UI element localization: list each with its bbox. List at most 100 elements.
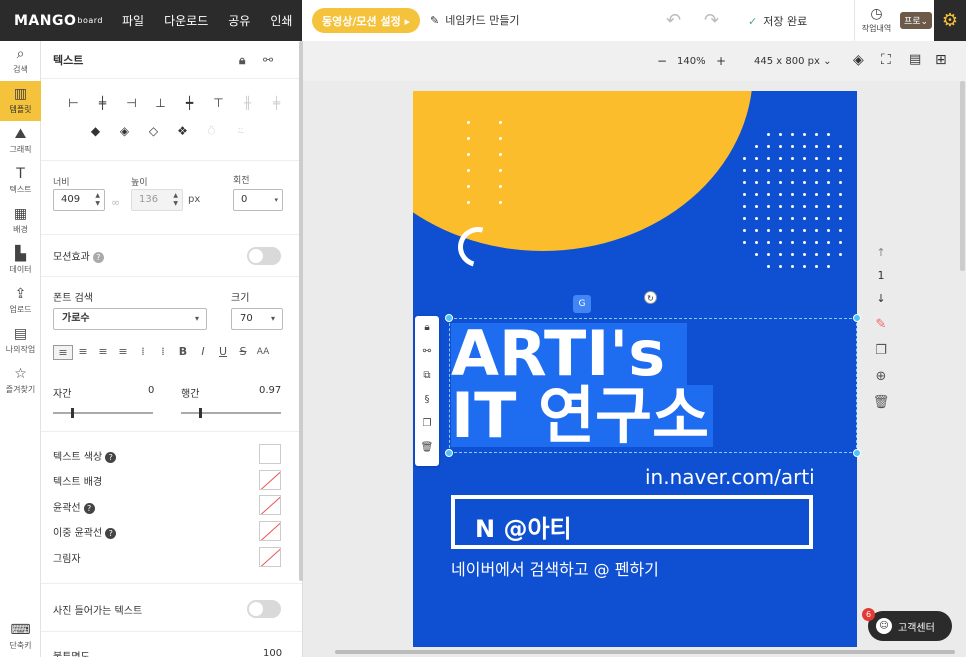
nav-favorites[interactable]: ☆ 즐겨찾기: [0, 361, 41, 401]
vertical-text-alt-icon[interactable]: ⁞: [153, 345, 173, 360]
nav-upload[interactable]: ⇪ 업로드: [0, 281, 41, 321]
shadow-swatch[interactable]: [259, 547, 281, 567]
align-center-icon[interactable]: ╪: [88, 89, 117, 117]
page-up-button[interactable]: ↑: [869, 241, 893, 264]
underline-icon[interactable]: U: [213, 345, 233, 360]
align-center-text-icon[interactable]: ≡: [73, 345, 93, 360]
text-bg-swatch[interactable]: [259, 470, 281, 490]
ungroup-icon[interactable]: ⍨: [226, 117, 255, 145]
resize-handle[interactable]: [853, 314, 861, 322]
nav-my-work[interactable]: ▤ 나의작업: [0, 321, 41, 361]
italic-icon[interactable]: I: [193, 345, 213, 360]
translate-icon[interactable]: G: [573, 295, 591, 313]
layer-icon[interactable]: ⧉: [415, 364, 439, 388]
undo-icon[interactable]: ↶: [666, 10, 681, 31]
canvas-size-dropdown[interactable]: 445 x 800 px ⌄: [754, 56, 831, 67]
height-input[interactable]: 136 ▲ ▼: [131, 189, 183, 211]
resize-handle[interactable]: [853, 449, 861, 457]
help-icon[interactable]: ?: [105, 528, 117, 539]
logo[interactable]: MANGO board: [0, 0, 112, 41]
outline-swatch[interactable]: [259, 495, 281, 515]
grid-icon[interactable]: ⊞: [935, 52, 947, 68]
resize-handle[interactable]: [445, 449, 453, 457]
zoom-out-button[interactable]: −: [657, 54, 667, 68]
subtitle-text[interactable]: 네이버에서 검색하고 @ 펜하기: [451, 556, 659, 580]
send-backward-icon[interactable]: ◇: [139, 117, 168, 145]
align-middle-icon[interactable]: ┿: [175, 89, 204, 117]
redo-icon[interactable]: ↷: [704, 10, 719, 31]
history-button[interactable]: ◷ 작업내역: [854, 0, 898, 41]
align-left-text-icon[interactable]: ≡: [53, 345, 73, 360]
double-outline-swatch[interactable]: [259, 521, 281, 541]
color-picker-icon[interactable]: ✎: [869, 317, 893, 343]
slider-knob[interactable]: [199, 408, 202, 418]
line-height-slider[interactable]: [181, 408, 281, 418]
rotate-input[interactable]: 0 ▾: [233, 189, 283, 211]
zoom-in-button[interactable]: +: [716, 54, 726, 68]
bring-front-icon[interactable]: ◆: [81, 117, 110, 145]
send-back-icon[interactable]: ❖: [168, 117, 197, 145]
motion-toggle[interactable]: [247, 247, 281, 265]
style-icon[interactable]: §: [415, 388, 439, 412]
help-icon[interactable]: ?: [105, 452, 117, 463]
help-icon[interactable]: ?: [83, 503, 95, 514]
menu-print[interactable]: 인쇄: [260, 0, 302, 41]
stepper-icon[interactable]: ▲ ▼: [173, 192, 178, 208]
nav-template[interactable]: ▥ 템플릿: [0, 81, 41, 121]
handle-box[interactable]: N @아티: [451, 495, 813, 549]
group-icon[interactable]: ⍥: [197, 117, 226, 145]
photo-text-toggle[interactable]: [247, 600, 281, 618]
canvas-hscroll[interactable]: [335, 650, 955, 654]
chevron-down-icon[interactable]: ▾: [274, 190, 278, 210]
slider-knob[interactable]: [71, 408, 74, 418]
distribute-vertical-icon[interactable]: ╫: [233, 89, 262, 117]
resize-handle[interactable]: [445, 314, 453, 322]
nav-data[interactable]: ▙ 데이터: [0, 241, 41, 281]
selection-box[interactable]: [449, 318, 857, 453]
chart-icon[interactable]: ▤: [909, 52, 921, 67]
case-icon[interactable]: AA: [253, 345, 273, 360]
bring-forward-icon[interactable]: ◈: [110, 117, 139, 145]
trash-icon[interactable]: 🗑︎: [415, 436, 439, 460]
help-icon[interactable]: ?: [92, 252, 104, 263]
duplicate-icon[interactable]: ❐: [869, 343, 893, 369]
copy-icon[interactable]: ❐: [415, 412, 439, 436]
align-top-icon[interactable]: ⊤: [204, 89, 233, 117]
nav-search[interactable]: ⌕ 검색: [0, 41, 41, 81]
vertical-text-icon[interactable]: ⁞: [133, 345, 153, 360]
menu-download[interactable]: 다운로드: [154, 0, 218, 41]
spacing-slider[interactable]: [53, 408, 153, 418]
nav-background[interactable]: ▦ 배경: [0, 201, 41, 241]
align-right-text-icon[interactable]: ≡: [93, 345, 113, 360]
nav-text[interactable]: T 텍스트: [0, 161, 41, 201]
link-off-icon[interactable]: ⚯: [263, 53, 273, 67]
text-color-swatch[interactable]: [259, 444, 281, 464]
rotate-icon[interactable]: ↻: [644, 291, 657, 304]
namecard-button[interactable]: ✎ 네임카드 만들기: [430, 12, 520, 28]
customer-center-button[interactable]: ☺ 고객센터: [868, 611, 952, 641]
trash-icon[interactable]: 🗑︎: [869, 395, 893, 421]
menu-share[interactable]: 공유: [218, 0, 260, 41]
size-dropdown[interactable]: 70 ▾: [231, 308, 283, 330]
pro-badge[interactable]: 프로⌄: [900, 12, 933, 29]
layers-icon[interactable]: ◈: [853, 52, 864, 68]
width-input[interactable]: 409 ▲ ▼: [53, 189, 105, 211]
distribute-horizontal-icon[interactable]: ╪: [262, 89, 291, 117]
add-page-icon[interactable]: ⊕: [869, 369, 893, 395]
nav-shortcuts[interactable]: ⌨ 단축키: [0, 617, 41, 657]
gear-icon[interactable]: ⚙: [934, 0, 966, 41]
page-down-button[interactable]: ↓: [869, 287, 893, 310]
font-dropdown[interactable]: 가로수 ▾: [53, 308, 207, 330]
align-left-icon[interactable]: ⊢: [59, 89, 88, 117]
align-right-icon[interactable]: ⊣: [117, 89, 146, 117]
bold-icon[interactable]: B: [173, 345, 193, 360]
menu-file[interactable]: 파일: [112, 0, 154, 41]
lock-icon[interactable]: 🔒︎: [415, 316, 439, 340]
justify-text-icon[interactable]: ≡: [113, 345, 133, 360]
motion-settings-button[interactable]: 동영상/모션 설정 ▸: [312, 8, 421, 33]
crop-icon[interactable]: ⛶: [881, 52, 891, 68]
url-text[interactable]: in.naver.com/arti: [645, 465, 815, 489]
unlink-icon[interactable]: ⚯: [415, 340, 439, 364]
align-bottom-icon[interactable]: ⊥: [146, 89, 175, 117]
stepper-icon[interactable]: ▲ ▼: [95, 192, 100, 208]
